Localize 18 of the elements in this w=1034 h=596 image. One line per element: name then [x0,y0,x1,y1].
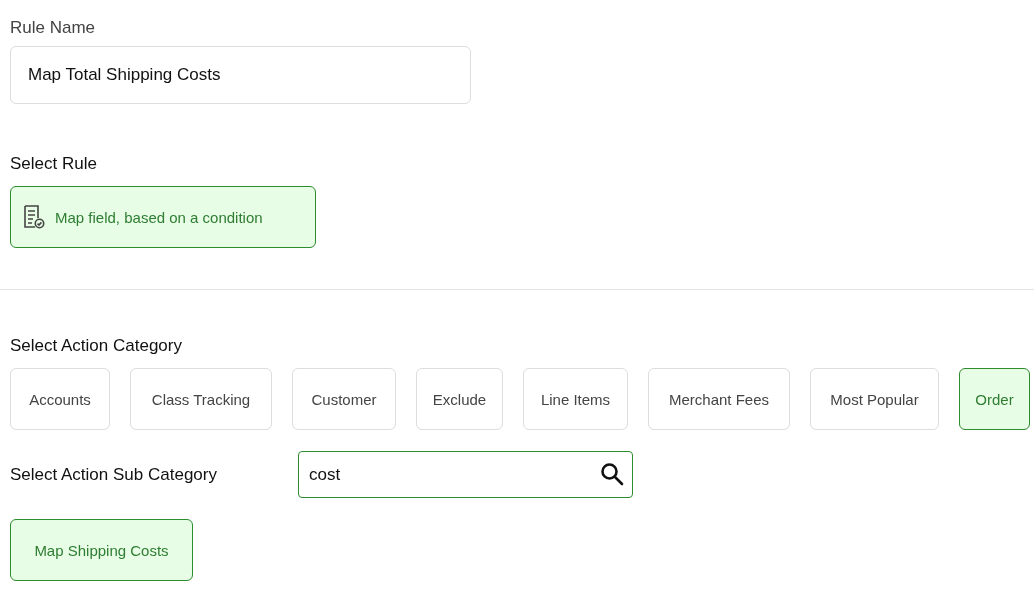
document-check-icon [23,205,45,229]
category-button[interactable]: Order [959,368,1030,430]
section-label: Select Action Sub Category [10,464,218,485]
field-label: Rule Name [10,18,97,38]
section-label: Select Rule [10,154,98,174]
rule-name-field[interactable]: Map Total Shipping Costs [10,46,471,104]
sub-category-option[interactable]: Map Shipping Costs [10,519,193,581]
category-button[interactable]: Line Items [523,368,628,430]
category-button[interactable]: Class Tracking [130,368,272,430]
search-field[interactable]: cost [298,451,633,498]
category-button[interactable]: Most Popular [810,368,939,430]
search-icon [600,462,624,486]
section-label: Select Action Category [10,336,183,356]
category-button[interactable]: Exclude [416,368,503,430]
category-button[interactable]: Merchant Fees [648,368,790,430]
category-button[interactable]: Accounts [10,368,110,430]
category-button[interactable]: Customer [292,368,396,430]
rule-option[interactable]: Map field, based on a condition [10,186,316,248]
